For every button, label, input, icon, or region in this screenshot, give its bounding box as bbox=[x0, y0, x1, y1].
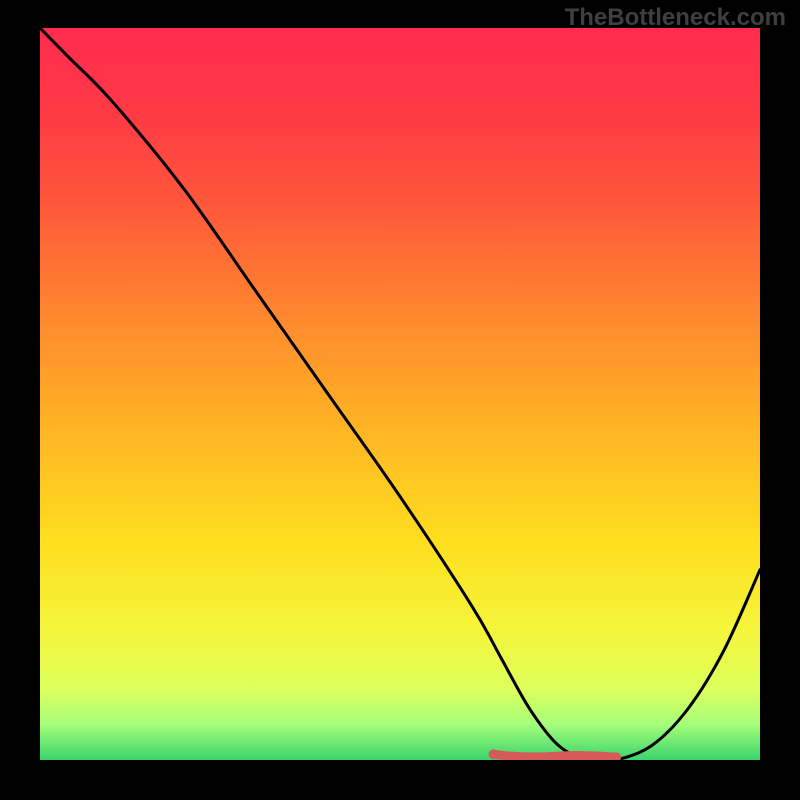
background-gradient bbox=[40, 28, 760, 760]
chart-svg bbox=[40, 28, 760, 760]
chart-container: TheBottleneck.com bbox=[0, 0, 800, 800]
watermark-text: TheBottleneck.com bbox=[565, 4, 786, 32]
flat-region-dot-left bbox=[489, 749, 499, 759]
plot-area bbox=[40, 28, 760, 760]
flat-region-marker bbox=[494, 754, 616, 757]
